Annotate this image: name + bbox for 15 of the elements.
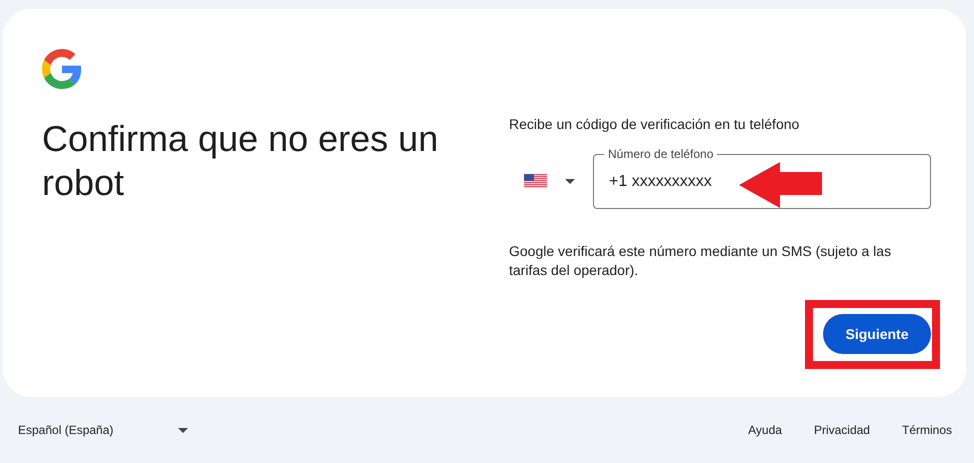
phone-number-field[interactable]: Número de teléfono +1 xxxxxxxxxx — [593, 147, 931, 209]
next-button[interactable]: Siguiente — [823, 314, 931, 354]
logo-icon — [42, 49, 82, 89]
caret-icon — [565, 178, 575, 184]
phone-number-input[interactable]: +1 xxxxxxxxxx — [609, 170, 915, 194]
instruction-text: Recibe un código de verificación en tu teléfono — [509, 115, 800, 134]
footer-link[interactable]: Ayuda — [748, 421, 782, 439]
flag-icon — [524, 174, 547, 188]
language-selector[interactable]: Español (España) — [18, 414, 188, 446]
page-title: Confirma que no eres un robot — [42, 117, 440, 205]
footer-link[interactable]: Términos — [902, 421, 952, 439]
field-label: Número de teléfono — [607, 147, 714, 161]
caret-icon — [178, 428, 188, 432]
footer-link[interactable]: Privacidad — [814, 421, 870, 439]
helper-text: Google verificará este número mediante un SMS (sujeto a las tarifas del operador). — [509, 242, 892, 280]
